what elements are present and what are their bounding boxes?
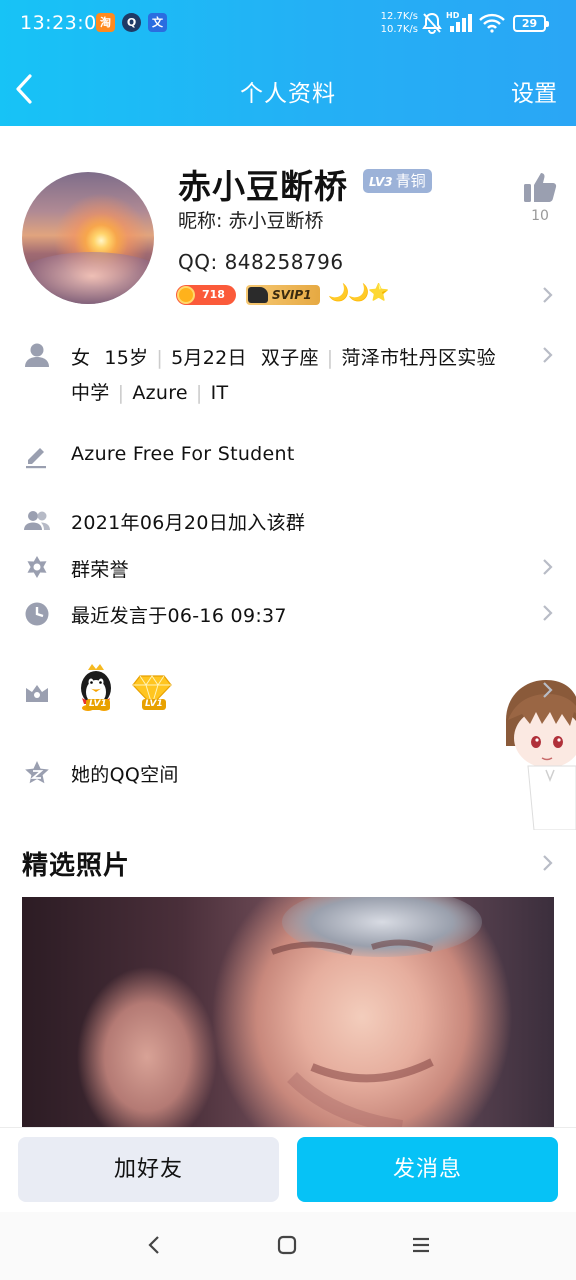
qzone-star-icon: [24, 760, 50, 786]
coin-value: 718: [202, 288, 225, 301]
qzone-link[interactable]: 她的QQ空间: [71, 760, 179, 787]
penguin-badge-level: LV1: [86, 699, 110, 710]
zodiac: 双子座: [260, 347, 319, 369]
chevron-right-icon[interactable]: [540, 603, 554, 623]
clock-icon: [24, 601, 50, 627]
add-friend-button[interactable]: 加好友: [18, 1137, 279, 1202]
featured-photos-title: 精选照片: [22, 851, 131, 881]
basic-info-line1: 女 15岁 | 5月22日 双子座 | 菏泽市牡丹区实验: [71, 347, 496, 369]
network-speed: 12.7K/s 10.7K/s: [380, 10, 418, 36]
edit-pencil-icon: [24, 443, 50, 469]
nav-back-icon[interactable]: [142, 1232, 168, 1258]
basic-info-line2: 中学 | Azure | IT: [71, 382, 229, 404]
person-icon: [24, 342, 50, 368]
nav-home-icon[interactable]: [274, 1232, 300, 1258]
send-message-button[interactable]: 发消息: [297, 1137, 558, 1202]
chevron-right-icon[interactable]: [540, 680, 554, 700]
qq-level-icons: 🌙🌙⭐: [328, 283, 390, 303]
profile-name: 赤小豆断桥: [178, 167, 348, 206]
chevron-right-icon[interactable]: [540, 557, 554, 577]
age: 15岁: [104, 347, 149, 369]
crown-icon: [24, 680, 50, 706]
occupation: IT: [210, 382, 229, 404]
system-navigation-bar: [0, 1212, 576, 1280]
group-members-icon: [24, 508, 50, 534]
like-button[interactable]: [522, 170, 558, 208]
net-down: 10.7K/s: [380, 24, 418, 35]
company: Azure: [132, 382, 188, 404]
nickname: 昵称: 赤小豆断桥: [178, 210, 324, 232]
svip-crown-icon: [248, 287, 268, 303]
chevron-right-icon[interactable]: [540, 345, 554, 365]
join-date: 2021年06月20日加入该群: [71, 512, 306, 534]
translate-app-icon: 文: [148, 13, 167, 32]
level-badge-text: 青铜: [395, 172, 426, 190]
battery-indicator: 29: [513, 15, 549, 32]
chevron-right-icon[interactable]: [540, 853, 554, 873]
avatar[interactable]: [22, 172, 154, 304]
signal-icon: [448, 14, 474, 36]
settings-button[interactable]: 设置: [511, 74, 557, 108]
taobao-app-icon: 淘: [96, 13, 115, 32]
status-bar: 13:23:01 淘 Q 文 12.7K/s 10.7K/s HD 29: [0, 0, 576, 48]
group-level-badge[interactable]: LV3 青铜: [363, 169, 432, 193]
chevron-right-icon[interactable]: [540, 285, 554, 305]
gender: 女: [71, 347, 91, 369]
birthday: 5月22日: [171, 347, 247, 369]
honor-star-icon: [24, 555, 50, 581]
last-speak[interactable]: 最近发言于06-16 09:37: [71, 601, 287, 628]
bottom-action-bar: 加好友 发消息: [0, 1127, 576, 1212]
school: 菏泽市牡丹区实验: [341, 347, 496, 369]
diamond-badge-level: LV1: [142, 699, 166, 710]
group-honor[interactable]: 群荣誉: [71, 555, 129, 582]
coin-icon: [177, 286, 195, 304]
qq-number: QQ: 848258796: [178, 250, 344, 274]
featured-photo[interactable]: [22, 897, 554, 1127]
net-up: 12.7K/s: [380, 11, 418, 22]
school-cont: 中学: [71, 382, 110, 404]
coin-badge[interactable]: 718: [176, 285, 236, 305]
level-badge-lv: LV3: [369, 175, 393, 189]
signature: Azure Free For Student: [71, 443, 295, 465]
wifi-icon: [479, 13, 505, 37]
thumbs-up-icon: [524, 173, 557, 202]
nav-menu-icon[interactable]: [408, 1232, 434, 1258]
header: 13:23:01 淘 Q 文 12.7K/s 10.7K/s HD 29 个人资…: [0, 0, 576, 126]
page-title: 个人资料: [240, 81, 336, 107]
svip-badge[interactable]: SVIP1: [246, 285, 320, 305]
floating-character-sticker[interactable]: [498, 680, 576, 830]
mute-bell-icon: [422, 12, 442, 38]
qq-app-icon: Q: [122, 13, 141, 32]
svip-label: SVIP1: [272, 288, 312, 302]
like-count: 10: [531, 208, 549, 224]
